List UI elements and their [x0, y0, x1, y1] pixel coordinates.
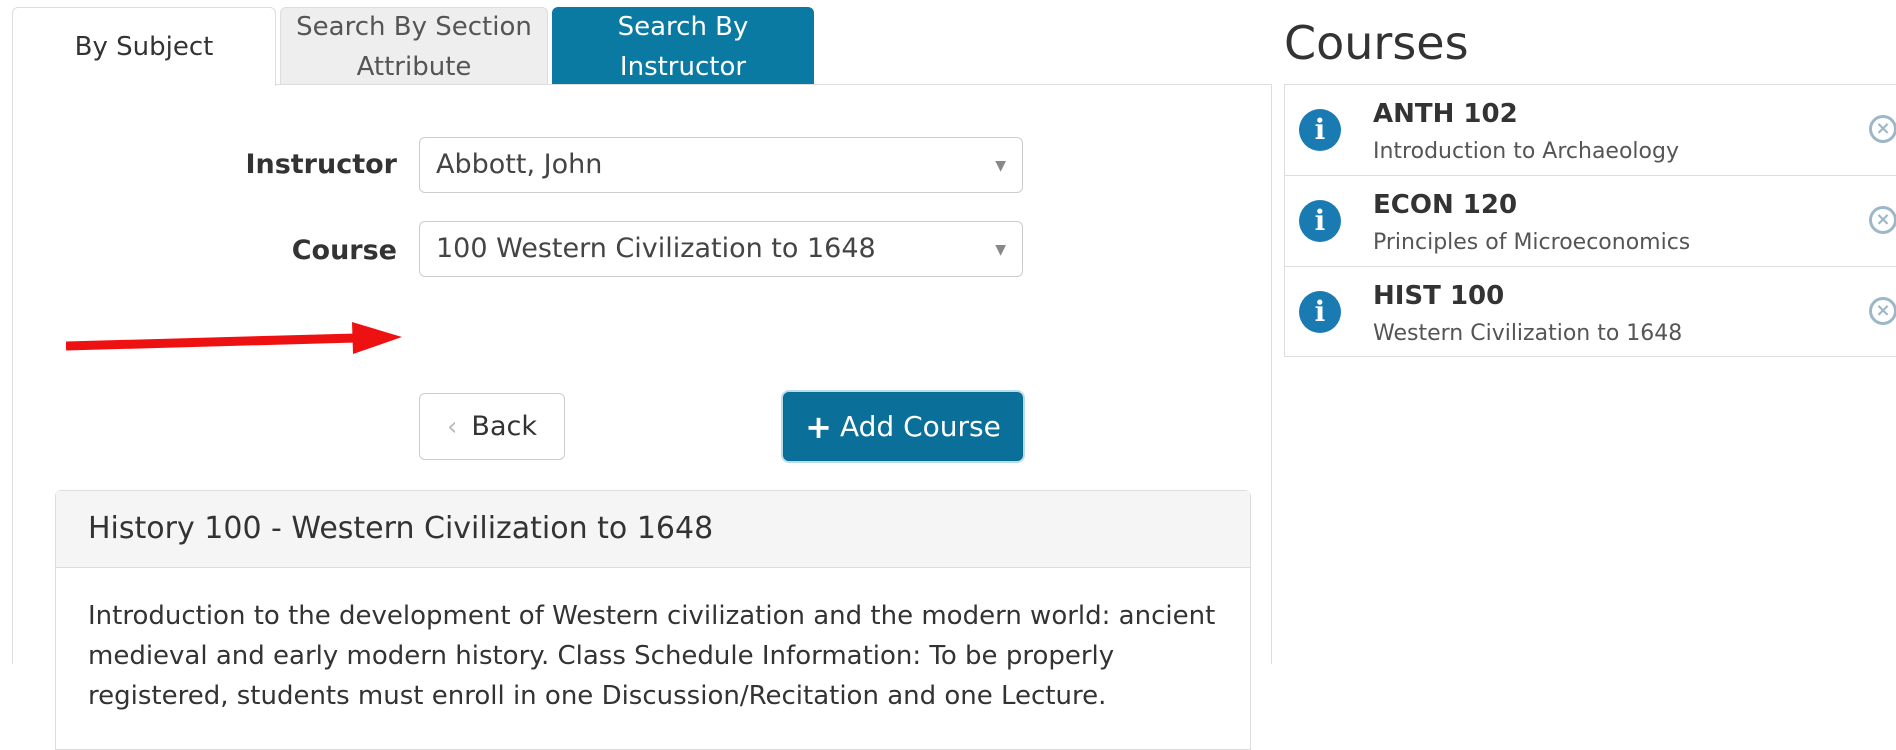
course-select-value: 100 Western Civilization to 1648	[436, 233, 876, 264]
add-course-button-label: Add Course	[839, 410, 1001, 443]
chevron-down-icon: ▼	[995, 242, 1006, 258]
search-panel: Instructor Abbott, John ▼ Course 100 Wes…	[12, 84, 1272, 750]
course-code: ECON 120	[1373, 190, 1518, 220]
tab-by-subject[interactable]: By Subject	[12, 7, 276, 86]
remove-icon[interactable]: ×	[1869, 206, 1896, 234]
tab-search-by-instructor[interactable]: Search By Instructor	[552, 7, 814, 85]
list-item: i ANTH 102 Introduction to Archaeology ×	[1284, 84, 1896, 175]
course-detail-card: History 100 - Western Civilization to 16…	[55, 490, 1251, 750]
tab-search-by-section-attribute[interactable]: Search By Section Attribute	[280, 7, 548, 85]
course-code: ANTH 102	[1373, 99, 1518, 129]
chevron-left-icon: ‹	[447, 411, 458, 442]
course-label: Course	[291, 235, 397, 266]
red-arrow-annotation	[66, 322, 402, 354]
course-name: Introduction to Archaeology	[1373, 139, 1679, 164]
course-detail-title: History 100 - Western Civilization to 16…	[56, 491, 1250, 568]
course-code: HIST 100	[1373, 281, 1505, 311]
add-course-button[interactable]: + Add Course	[783, 392, 1023, 461]
tab-attr-label-line1: Search By Section	[296, 11, 532, 42]
remove-icon[interactable]: ×	[1869, 115, 1896, 143]
course-select[interactable]: 100 Western Civilization to 1648 ▼	[419, 221, 1023, 277]
course-name: Western Civilization to 1648	[1373, 321, 1683, 346]
back-button-label: Back	[471, 411, 537, 442]
tab-by-subject-label: By Subject	[74, 32, 214, 62]
course-name: Principles of Microeconomics	[1373, 230, 1691, 255]
course-detail-description: Introduction to the development of Weste…	[88, 601, 1216, 711]
instructor-label: Instructor	[245, 149, 397, 180]
tab-attr-label-line2: Attribute	[356, 51, 472, 82]
courses-heading: Courses	[1284, 16, 1469, 70]
instructor-select[interactable]: Abbott, John ▼	[419, 137, 1023, 193]
chevron-down-icon: ▼	[995, 158, 1006, 174]
tab-instr-label-line1: Search By	[617, 11, 749, 42]
info-icon[interactable]: i	[1299, 200, 1341, 242]
info-icon[interactable]: i	[1299, 291, 1341, 333]
instructor-select-value: Abbott, John	[436, 149, 603, 180]
remove-icon[interactable]: ×	[1869, 297, 1896, 325]
course-list: i ANTH 102 Introduction to Archaeology ×…	[1284, 84, 1896, 357]
back-button[interactable]: ‹ Back	[419, 393, 565, 460]
tab-instr-label-line2: Instructor	[619, 51, 747, 82]
list-item: i ECON 120 Principles of Microeconomics …	[1284, 175, 1896, 266]
list-item: i HIST 100 Western Civilization to 1648 …	[1284, 266, 1896, 357]
plus-icon: +	[805, 407, 832, 446]
info-icon[interactable]: i	[1299, 109, 1341, 151]
